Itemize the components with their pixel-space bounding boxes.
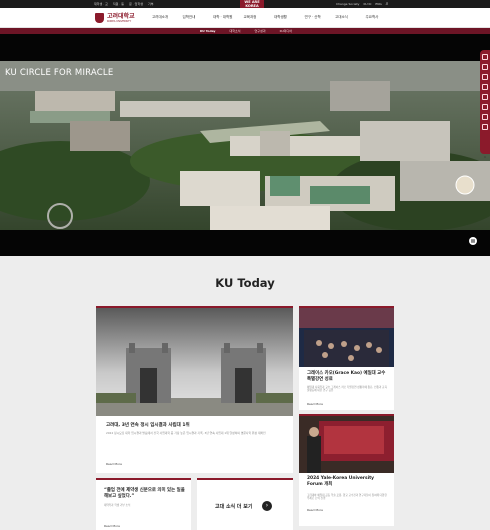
hero-letterbox-top xyxy=(0,34,490,61)
menu-item[interactable]: 연구 · 산학 xyxy=(305,15,336,20)
news-card[interactable]: 2024 Yale-Korea University Forum 개최 고려대와… xyxy=(299,414,394,526)
more-news-button[interactable]: 고대 소식 더 보기 › xyxy=(197,478,293,530)
featured-news-title: 고려대, 3년 연속 정시 입시결과 사립대 1위 xyxy=(106,423,190,428)
menu-item[interactable]: 대학생활 xyxy=(274,15,305,20)
hero-title: KU CIRCLE FOR MIRACLE xyxy=(5,68,114,78)
menu-item[interactable]: 고려대소개 xyxy=(152,15,183,20)
campus-aerial-image xyxy=(0,61,490,230)
quick-menu-item[interactable] xyxy=(482,104,488,110)
read-more-link[interactable]: Read More xyxy=(104,524,120,528)
news-card-title: 그레이스 카오(Grace Kao) 예일대 교수 특별강연 성료 xyxy=(307,371,386,382)
utility-right-links: Change Society KU KI ENG xyxy=(336,2,382,6)
utility-link[interactable]: 기부 xyxy=(148,2,154,6)
utility-link[interactable]: 문 · 입학생 xyxy=(129,2,143,6)
quick-menu-item[interactable] xyxy=(482,94,488,100)
news-card-description: 예일대 사회학과 교수 그레이스 카오 특별강연 성황리에 종료, 인종과 교육… xyxy=(307,386,387,393)
read-more-link[interactable]: Read More xyxy=(307,508,323,512)
pause-icon[interactable] xyxy=(469,237,477,245)
language-link[interactable]: ENG xyxy=(375,2,381,6)
ku-ki-link[interactable]: KU KI xyxy=(363,2,371,6)
featured-news-card[interactable]: 고려대, 3년 연속 정시 입시결과 사립대 1위 2024 정시모집 대학 입… xyxy=(96,306,376,473)
news-card[interactable]: 그레이스 카오(Grace Kao) 예일대 교수 특별강연 성료 예일대 사회… xyxy=(299,306,394,410)
news-card-title: 2024 Yale-Korea University Forum 개최 xyxy=(307,476,375,487)
quick-menu-item[interactable] xyxy=(482,114,488,120)
hero-letterbox-bottom xyxy=(0,230,490,256)
featured-news-image xyxy=(96,308,293,416)
utility-link[interactable]: 직원 · 동 xyxy=(113,2,124,6)
utility-link[interactable]: 재학생 · 교 xyxy=(94,2,108,6)
utility-links: 재학생 · 교 직원 · 동 문 · 입학생 기부 xyxy=(94,2,154,6)
change-society-link[interactable]: Change Society xyxy=(336,2,359,6)
read-more-link[interactable]: Read More xyxy=(307,402,323,406)
news-card-description: 고려대와 예일대 공동 학술 포럼, 양교 교수진과 연구자들이 참여해 다양한… xyxy=(307,494,387,501)
subnav-ku-today[interactable]: KU Today xyxy=(200,29,216,33)
forum-image xyxy=(299,416,394,473)
we-are-korea-badge[interactable]: WE ARE KOREA xyxy=(240,0,264,8)
subnav-media[interactable]: KU미디어 xyxy=(280,29,292,33)
university-logo[interactable]: 고려대학교 KOREA UNIVERSITY xyxy=(95,13,135,23)
main-navigation: 고려대학교 KOREA UNIVERSITY 고려대소개 입학안내 대학 · 대… xyxy=(0,8,490,28)
menu-item[interactable]: 고대소식 xyxy=(335,15,366,20)
featured-news-description: 2024 정시모집 대학 입시결과 발표에서 전국 사립대학 중 가장 높은 입… xyxy=(106,431,266,435)
chevron-up-icon[interactable]: ⌃ xyxy=(481,156,489,164)
quick-menu xyxy=(480,50,490,154)
section-title: KU Today xyxy=(215,276,275,290)
logo-english: KOREA UNIVERSITY xyxy=(107,19,132,23)
search-icon[interactable]: ⌕ xyxy=(383,1,391,7)
menu-item[interactable]: 교육과정 xyxy=(244,15,275,20)
menu-item[interactable]: 대학 · 대학원 xyxy=(213,15,244,20)
menu-item[interactable]: 주요학사 xyxy=(366,15,397,20)
quick-menu-item[interactable] xyxy=(482,74,488,80)
subnav-research[interactable]: 연구성과 xyxy=(255,29,266,33)
read-more-link[interactable]: Read More xyxy=(106,462,122,466)
hero-video: KU CIRCLE FOR MIRACLE xyxy=(0,34,490,256)
quick-menu-item[interactable] xyxy=(482,124,488,130)
main-menu: 고려대소개 입학안내 대학 · 대학원 교육과정 대학생활 연구 · 산학 고대… xyxy=(152,15,396,20)
quick-menu-item[interactable] xyxy=(482,64,488,70)
quote-card[interactable]: “졸업 전에 제약생 신분으로 의미 있는 일을 해보고 싶었다.” 제약학과 … xyxy=(96,478,191,530)
quote-description: 제약학과 학생 기부 소식 xyxy=(104,504,131,507)
crest-icon xyxy=(95,13,104,23)
lecture-hall-image xyxy=(299,308,394,367)
menu-item[interactable]: 입학안내 xyxy=(183,15,214,20)
top-utility-bar: 재학생 · 교 직원 · 동 문 · 입학생 기부 WE ARE KOREA C… xyxy=(0,0,490,8)
quote-text: “졸업 전에 제약생 신분으로 의미 있는 일을 해보고 싶었다.” xyxy=(104,488,185,499)
more-news-label: 고대 소식 더 보기 xyxy=(215,504,253,510)
quick-menu-item[interactable] xyxy=(482,54,488,60)
quick-menu-item[interactable] xyxy=(482,84,488,90)
subnav-news[interactable]: 대학소식 xyxy=(230,29,241,33)
arrow-right-icon: › xyxy=(262,501,272,511)
